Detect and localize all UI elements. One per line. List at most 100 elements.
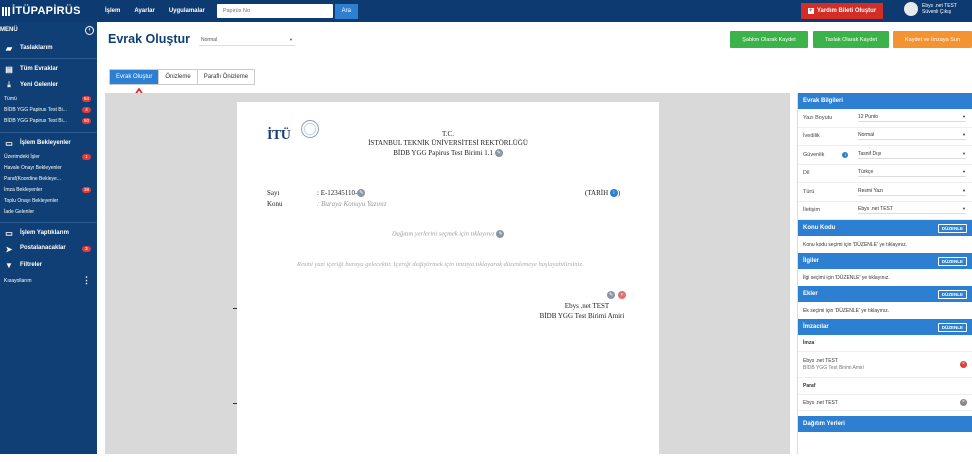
remove-icon[interactable]: × [618,291,626,299]
contact-select[interactable]: Ebys .net TEST ▼ [858,206,966,215]
help-ticket-button[interactable]: + Yardım Bileti Oluştur [801,3,883,19]
nav-uygulamalar[interactable]: Uygulamalar [169,8,205,14]
search-input[interactable] [216,4,333,18]
sidebar-item-filtreler[interactable]: ▼ Filtreler [0,257,97,273]
menu-label: MENÜ [0,27,18,33]
nav-ayarlar[interactable]: Ayarlar [134,8,154,14]
paraf-label: Paraf [798,378,972,395]
sidebar-subitem-toplu-onay[interactable]: Toplu Onayı Bekleyenler [0,195,97,206]
sidebar-label: Taslaklarım [20,45,53,51]
sidebar-item-yeni-gelenler[interactable]: ⤓ Yeni Gelenler [0,77,97,93]
sidebar-header: MENÜ ‹ [0,22,97,38]
doc-unit[interactable]: BİDB YGG Papirus Test Birimi 1.1 ✎ [237,149,659,158]
edit-ekler-button[interactable]: DÜZENLE [937,289,967,299]
security-select[interactable]: Tasnif Dışı ▼ [858,151,966,159]
edit-pencil-icon[interactable]: ✎ [357,189,366,198]
imza-signer-row: Ebys .net TEST BİDB YGG Test Birimi Amiri… [798,352,972,378]
tab-evrak-olustur[interactable]: Evrak Oluştur [110,70,160,84]
sidebar-subitem-imza[interactable]: İmza Bekleyenler 38 [0,184,97,195]
filter-icon: ▼ [5,260,13,270]
sidebar-label: İşlem Bekleyenler [20,140,71,146]
remove-signer-icon[interactable]: × [960,361,967,368]
sidebar-label: Yeni Gelenler [20,82,59,88]
user-logout[interactable]: Süvenli Çıkış [922,9,957,15]
edit-pencil-icon[interactable]: ✎ [494,149,503,158]
count-badge: 54 [81,95,91,102]
signer-name: Ebys .net TEST [564,302,610,310]
doc-body[interactable]: Resmi yazı içeriği buraya gelecektir. İç… [267,260,629,270]
sidebar-item-tum-evraklar[interactable]: ▤ Tüm Evraklar [0,61,97,77]
edit-pencil-icon[interactable]: ✎ [496,230,505,238]
save-as-template-button[interactable]: Şablon Olarak Kaydet [730,31,808,48]
field-guvenlik: Güvenlik i Tasnif Dışı ▼ [798,146,972,165]
logo-mark-icon [2,6,10,16]
edit-ilgiler-button[interactable]: DÜZENLE [937,256,967,266]
panel-header-imzacilar: İmzacılar DÜZENLE [798,319,972,335]
field-ivedilik: İvedilik Normal ▼ [798,128,972,146]
doc-konu[interactable]: Konu: Buraya Konuyu Yazınız [267,200,387,208]
document-page[interactable]: İTÜ T.C. İSTANBUL TEKNİK ÜNİVERSİTESİ RE… [237,102,659,462]
page-title: Evrak Oluştur [108,32,190,46]
urgency-select[interactable]: Normal ▼ [858,132,966,141]
sidebar-subitem-uzerimdeki[interactable]: Üzerimdeki İşler 1 [0,151,97,162]
sidebar-item-islem-bekleyenler[interactable]: ▭ İşlem Bekleyenler [0,135,97,151]
signer-title: BİDB YGG Test Birimi Amiri [539,312,625,320]
imza-signer-unit: BİDB YGG Test Birimi Amiri [803,364,864,371]
sidebar-item-postalanacaklar[interactable]: ➤ Postalanacaklar 2 [0,241,97,257]
tab-onizleme[interactable]: Önizleme [159,70,198,84]
paraf-signer-row: Ebys .net TEST × [798,395,972,411]
sidebar-subitem-paraf[interactable]: Paraf(Koordine Bekleye... [0,173,97,184]
sidebar-subitem-unit2[interactable]: BİDB YGG Papirus Test Bi... 50 [0,115,97,126]
edit-imzacilar-button[interactable]: DÜZENLE [937,322,967,332]
konu-kodu-hint: Konu kodu seçimi için 'DÜZENLE' ye tıkla… [803,241,908,248]
archive-icon: ▤ [5,64,13,74]
field-yazi-boyutu: Yazı Boyutu 12 Punto ▼ [798,109,972,128]
sidebar-item-kisayollarim[interactable]: Kısayollarım ⋮ [0,275,97,286]
caret-down-icon: ▼ [962,150,966,156]
inbox-icon: ▭ [5,138,13,148]
download-icon: ⤓ [7,80,11,89]
save-and-sign-button[interactable]: Kaydet ve İmzaya Sun [893,31,972,48]
kebab-menu-icon[interactable]: ⋮ [82,275,91,286]
collapse-chevron-icon[interactable]: ‹ [85,25,94,35]
app-logo[interactable]: İTÜPAPİRÜS [0,5,97,17]
sidebar-subitem-iade[interactable]: İade Gelenler [0,206,97,217]
search-button[interactable]: Ara [334,3,358,19]
nav-islem[interactable]: İşlem [105,8,120,14]
caret-down-icon: ▼ [962,206,966,212]
remove-paraf-icon[interactable]: × [960,399,967,406]
edit-konu-kodu-button[interactable]: DÜZENLE [937,223,967,233]
imza-signer-name: Ebys .net TEST [803,357,838,364]
info-icon[interactable]: i [609,189,618,198]
search-box: Ara [216,3,358,19]
caret-down-icon: ▼ [962,187,966,193]
sidebar-item-taslaklar[interactable]: ▰ Taslaklarım [0,40,97,56]
info-icon[interactable]: i [842,151,849,158]
count-badge: 2 [82,246,91,252]
document-canvas: İTÜ T.C. İSTANBUL TEKNİK ÜNİVERSİTESİ RE… [105,93,790,462]
template-select[interactable]: Normal ▼ [199,34,295,46]
page-margin-mark [233,308,237,309]
sidebar-subitem-unit1[interactable]: BİDB YGG Papirus Test Bi... 4 [0,104,97,115]
sidebar-item-islem-yaptiklarim[interactable]: ▭ İşlem Yaptıklarım [0,225,97,241]
tab-parafli-onizleme[interactable]: Paraflı Önizleme [198,70,254,84]
folder-icon: ▰ [5,43,13,53]
sidebar-subitem-tumu[interactable]: Tümü 54 [0,93,97,104]
field-iletisim: İletişim Ebys .net TEST ▼ [798,202,972,220]
user-menu[interactable]: Ebys .net TEST Süvenli Çıkış [904,2,957,16]
type-select[interactable]: Resmi Yazı ▼ [858,188,966,196]
send-icon: ➤ [5,244,13,254]
view-tabs: Evrak Oluştur Önizleme Paraflı Önizleme [109,69,256,85]
sidebar-subitem-havale[interactable]: Havale Onayı Bekleyenler [0,162,97,173]
edit-pencil-icon[interactable]: ✎ [607,291,615,299]
count-badge: 38 [81,186,91,193]
language-select[interactable]: Türkçe ▼ [858,169,966,178]
save-as-draft-button[interactable]: Taslak Olarak Kaydet [813,31,889,48]
caret-down-icon: ▼ [962,113,966,119]
doc-dagitim[interactable]: Dağıtım yerlerini seçmek için tıklayınız… [237,230,659,238]
font-size-select[interactable]: 12 Punto ▼ [858,114,966,122]
sidebar-label: İşlem Yaptıklarım [20,230,69,236]
help-ticket-label: Yardım Bileti Oluştur [816,8,877,14]
main-content: Evrak Oluştur Normal ▼ Şablon Olarak Kayd… [97,22,972,462]
ilgiler-hint: İlgi seçimi için 'DÜZENLE' ye tıklayınız… [803,274,890,281]
